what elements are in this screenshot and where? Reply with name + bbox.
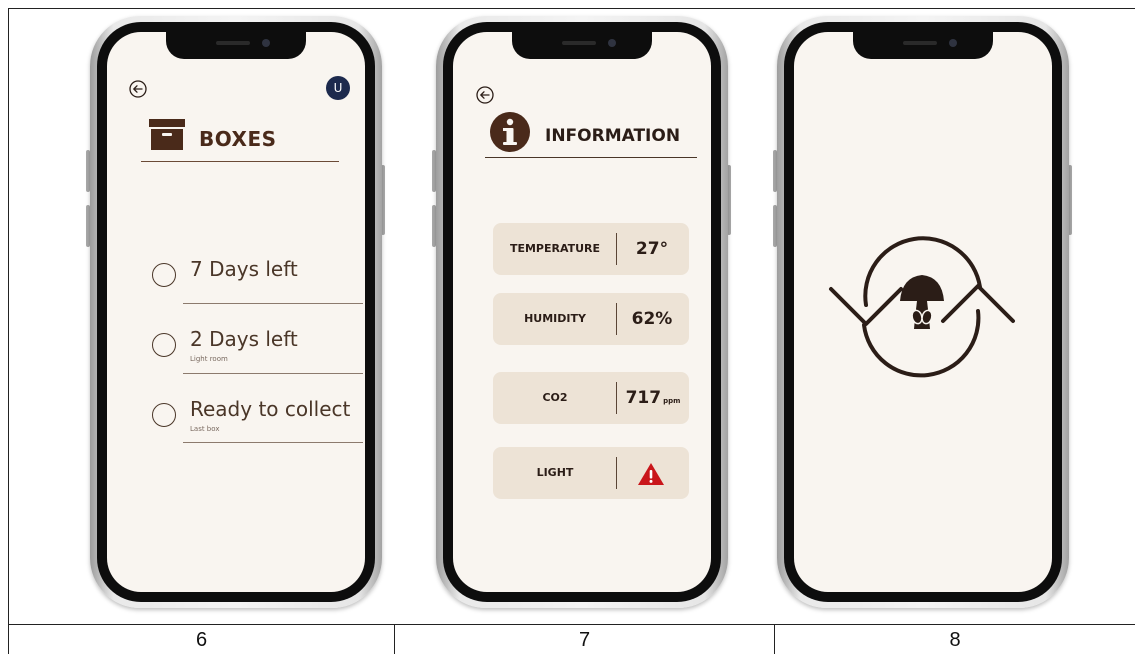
warning-icon <box>638 463 664 485</box>
humidity-card: HUMIDITY 62% <box>493 293 689 345</box>
list-item-sublabel: Light room <box>190 355 228 363</box>
mushroom-refresh-icon <box>829 236 1015 378</box>
back-arrow-icon[interactable] <box>129 80 147 98</box>
temperature-card: TEMPERATURE 27° <box>493 223 689 275</box>
radio-button[interactable] <box>152 333 176 357</box>
caption-8: 8 <box>949 629 961 651</box>
caption-7: 7 <box>578 629 591 651</box>
phone-notch <box>166 32 306 59</box>
phone-8 <box>777 16 1069 608</box>
metric-label: LIGHT <box>536 466 574 479</box>
page-title: INFORMATION <box>545 126 681 146</box>
radio-button[interactable] <box>152 403 176 427</box>
radio-button[interactable] <box>152 263 176 287</box>
page-title: BOXES <box>199 127 277 151</box>
caption-6: 6 <box>195 629 208 651</box>
box-icon <box>149 119 185 150</box>
table-mid-border <box>8 624 1135 625</box>
list-item-label: 7 Days left <box>190 257 298 281</box>
phone-bezel: INFORMATION TEMPERATURE 27° HUMIDITY 62%… <box>443 22 721 602</box>
metric-value: 62% <box>617 293 689 345</box>
phone-bezel <box>784 22 1062 602</box>
list-item-label: 2 Days left <box>190 327 298 351</box>
metric-value: 717 ppm <box>617 372 689 424</box>
item-divider <box>183 303 363 304</box>
phone-6: U BOXES 7 Days left 2 Days left Light ro… <box>90 16 382 608</box>
information-screen: INFORMATION TEMPERATURE 27° HUMIDITY 62%… <box>453 32 711 592</box>
phone-notch <box>512 32 652 59</box>
list-item-label: Ready to collect <box>190 397 351 421</box>
back-arrow-icon[interactable] <box>476 86 494 104</box>
light-card: LIGHT <box>493 447 689 499</box>
metric-label: HUMIDITY <box>524 312 586 325</box>
co2-card: CO2 717 ppm <box>493 372 689 424</box>
metric-label: CO2 <box>542 391 568 404</box>
list-item-sublabel: Last box <box>190 425 220 433</box>
metric-unit: ppm <box>663 397 681 405</box>
loading-screen <box>794 32 1052 592</box>
phone-bezel: U BOXES 7 Days left 2 Days left Light ro… <box>97 22 375 602</box>
metric-divider <box>616 457 617 489</box>
title-underline <box>141 161 339 162</box>
phone-7: INFORMATION TEMPERATURE 27° HUMIDITY 62%… <box>436 16 728 608</box>
table-top-border <box>8 8 1135 9</box>
table-left-border <box>8 8 9 654</box>
info-icon <box>490 112 530 152</box>
metric-number: 62% <box>631 309 673 329</box>
phone-notch <box>853 32 993 59</box>
avatar[interactable]: U <box>326 76 350 100</box>
item-divider <box>183 373 363 374</box>
metric-number: 27° <box>635 239 669 259</box>
boxes-screen: U BOXES 7 Days left 2 Days left Light ro… <box>107 32 365 592</box>
metric-number: 717 <box>625 388 662 408</box>
metric-label: TEMPERATURE <box>509 242 601 255</box>
metric-value: 27° <box>617 223 689 275</box>
title-underline <box>485 157 697 158</box>
item-divider <box>183 442 363 443</box>
